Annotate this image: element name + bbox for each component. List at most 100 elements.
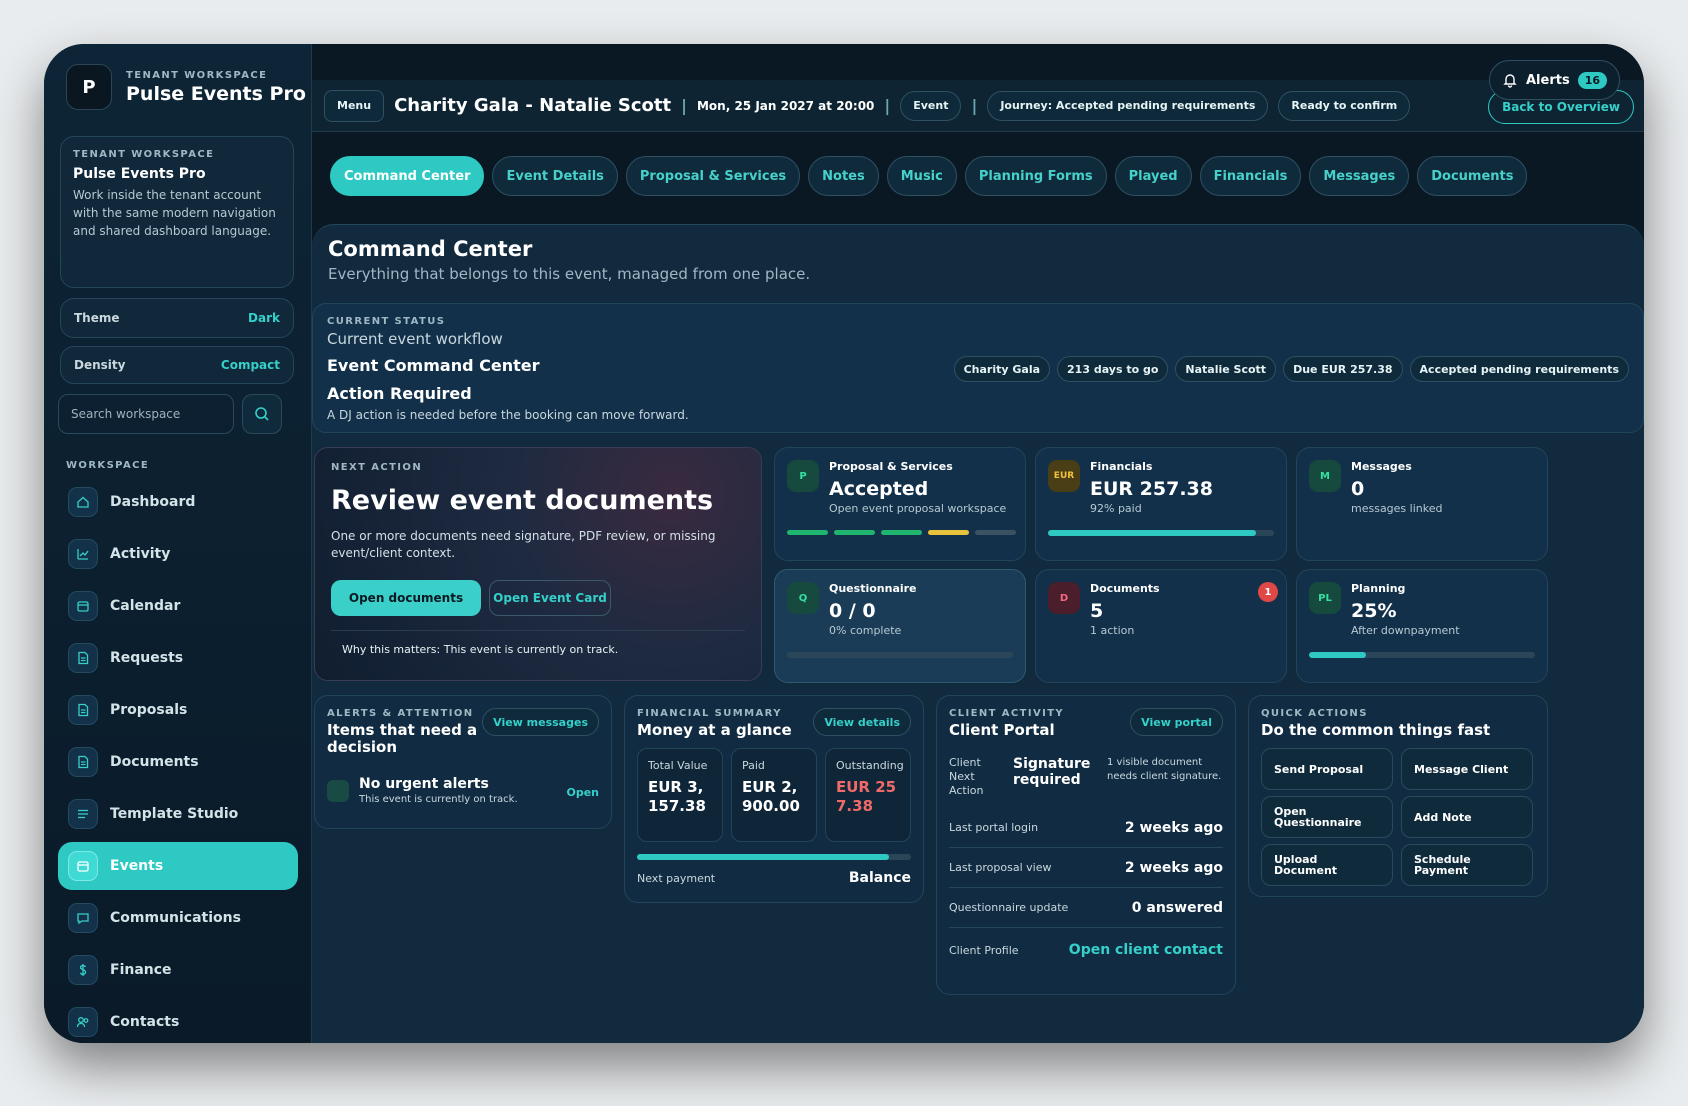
sidebar-item-label: Communications xyxy=(110,910,241,926)
page-title: Command Center xyxy=(328,237,533,261)
total-value-box: Total Value EUR 3,157.38 xyxy=(637,748,723,842)
status-tag: Natalie Scott xyxy=(1175,356,1277,382)
progress-segment xyxy=(834,530,875,535)
alert-open-link[interactable]: Open xyxy=(566,786,599,799)
client-activity-value: 2 weeks ago xyxy=(1124,819,1223,836)
quick-actions-eyebrow: QUICK ACTIONS xyxy=(1261,708,1368,719)
tab-documents[interactable]: Documents xyxy=(1417,156,1528,196)
open-questionnaire-button[interactable]: Open Questionnaire xyxy=(1261,796,1393,838)
client-activity-label: Last portal login xyxy=(949,821,1039,834)
tab-notes[interactable]: Notes xyxy=(808,156,879,196)
planning-avatar: PL xyxy=(1309,582,1341,614)
questionnaire-sub: 0% complete xyxy=(829,624,902,637)
document-icon xyxy=(68,747,98,777)
alerts-title: Items that need a decision xyxy=(327,721,478,756)
journey-chip: Journey: Accepted pending requirements xyxy=(987,90,1269,121)
users-icon xyxy=(68,1007,98,1037)
event-date: Mon, 25 Jan 2027 at 20:00 xyxy=(696,98,875,113)
sidebar-item-contacts[interactable]: Contacts xyxy=(58,998,298,1043)
search-icon xyxy=(255,407,269,421)
proposal-card[interactable]: P Proposal & Services Accepted Open even… xyxy=(774,447,1026,561)
sidebar-item-proposals[interactable]: Proposals xyxy=(58,686,298,734)
tab-played[interactable]: Played xyxy=(1114,156,1192,196)
open-client-contact-link[interactable]: Open client contact xyxy=(1069,942,1223,958)
questionnaire-card[interactable]: Q Questionnaire 0 / 0 0% complete xyxy=(774,569,1026,683)
client-eyebrow: CLIENT ACTIVITY xyxy=(949,708,1065,719)
sidebar-item-documents[interactable]: Documents xyxy=(58,738,298,786)
why-it-matters: Why this matters: This event is currentl… xyxy=(331,630,745,656)
workspace-card: TENANT WORKSPACE Pulse Events Pro Work i… xyxy=(60,136,294,288)
search-input[interactable]: Search workspace xyxy=(58,394,234,434)
status-eyebrow: CURRENT STATUS xyxy=(327,316,446,327)
outstanding-value: EUR 257.38 xyxy=(836,778,897,815)
sidebar-nav: Dashboard Activity Calendar Requests Proposa… xyxy=(58,478,298,1043)
status-desc: A DJ action is needed before the booking… xyxy=(327,408,689,422)
theme-toggle[interactable]: Theme Dark xyxy=(60,298,294,338)
sidebar-item-calendar[interactable]: Calendar xyxy=(58,582,298,630)
financial-eyebrow: FINANCIAL SUMMARY xyxy=(637,708,782,719)
open-documents-button[interactable]: Open documents xyxy=(331,580,481,616)
tab-proposal-services[interactable]: Proposal & Services xyxy=(625,156,801,196)
proposal-avatar: P xyxy=(787,460,819,492)
status-tag: 213 days to go xyxy=(1057,356,1169,382)
sidebar-item-label: Documents xyxy=(110,754,199,770)
message-client-button[interactable]: Message Client xyxy=(1401,748,1533,790)
progress-segment xyxy=(975,530,1016,535)
add-note-button[interactable]: Add Note xyxy=(1401,796,1533,838)
sidebar-item-dashboard[interactable]: Dashboard xyxy=(58,478,298,526)
documents-sub: 1 action xyxy=(1090,624,1135,637)
sidebar-item-template-studio[interactable]: Template Studio xyxy=(58,790,298,838)
progress-segment xyxy=(787,530,828,535)
calendar-icon xyxy=(68,591,98,621)
schedule-payment-button[interactable]: Schedule Payment xyxy=(1401,844,1533,886)
calendar-icon xyxy=(68,851,98,881)
search-button[interactable] xyxy=(242,394,282,434)
tab-music[interactable]: Music xyxy=(886,156,957,196)
total-value-label: Total Value xyxy=(648,759,708,772)
planning-progress xyxy=(1309,652,1535,658)
tab-command-center[interactable]: Command Center xyxy=(330,156,485,196)
tab-planning-forms[interactable]: Planning Forms xyxy=(964,156,1107,196)
alerts-button[interactable]: Alerts 16 xyxy=(1488,60,1620,100)
messages-card[interactable]: M Messages 0 messages linked xyxy=(1296,447,1548,561)
sidebar: P TENANT WORKSPACE Pulse Events Pro TENA… xyxy=(44,44,312,1043)
sidebar-item-events[interactable]: Events xyxy=(58,842,298,890)
sidebar-item-requests[interactable]: Requests xyxy=(58,634,298,682)
alerts-panel: ALERTS & ATTENTION Items that need a dec… xyxy=(314,695,612,829)
upload-document-button[interactable]: Upload Document xyxy=(1261,844,1393,886)
open-event-card-button[interactable]: Open Event Card xyxy=(489,580,611,616)
event-type-chip: Event xyxy=(900,90,962,121)
documents-card[interactable]: D Documents 5 1 action 1 xyxy=(1035,569,1287,683)
workspace-card-eyebrow: TENANT WORKSPACE xyxy=(73,149,215,160)
sidebar-item-communications[interactable]: Communications xyxy=(58,894,298,942)
view-portal-button[interactable]: View portal xyxy=(1130,708,1223,736)
documents-label: Documents xyxy=(1090,582,1160,595)
status-tags: Charity Gala 213 days to go Natalie Scott D… xyxy=(953,356,1629,382)
documents-badge: 1 xyxy=(1258,582,1278,602)
planning-card[interactable]: PL Planning 25% After downpayment xyxy=(1296,569,1548,683)
questionnaire-value: 0 / 0 xyxy=(829,600,876,622)
view-details-button[interactable]: View details xyxy=(813,708,911,736)
tab-financials[interactable]: Financials xyxy=(1199,156,1302,196)
density-toggle[interactable]: Density Compact xyxy=(60,346,294,384)
view-messages-button[interactable]: View messages xyxy=(482,708,599,736)
send-proposal-button[interactable]: Send Proposal xyxy=(1261,748,1393,790)
separator: | xyxy=(971,96,978,115)
status-tag: Charity Gala xyxy=(953,356,1051,382)
total-value: EUR 3,157.38 xyxy=(648,778,706,815)
app-window: P TENANT WORKSPACE Pulse Events Pro TENA… xyxy=(44,44,1644,1043)
sidebar-item-activity[interactable]: Activity xyxy=(58,530,298,578)
documents-avatar: D xyxy=(1048,582,1080,614)
financials-card[interactable]: EUR Financials EUR 257.38 92% paid xyxy=(1035,447,1287,561)
tab-event-details[interactable]: Event Details xyxy=(492,156,618,196)
separator: | xyxy=(681,96,687,115)
dollar-icon xyxy=(68,955,98,985)
sidebar-item-finance[interactable]: Finance xyxy=(58,946,298,994)
alert-status-icon xyxy=(327,780,349,802)
client-activity-label: Questionnaire update xyxy=(949,901,1069,914)
financials-sub: 92% paid xyxy=(1090,502,1142,515)
menu-button[interactable]: Menu xyxy=(324,89,385,122)
financials-avatar: EUR xyxy=(1048,460,1080,492)
tab-messages[interactable]: Messages xyxy=(1309,156,1410,196)
quick-actions-panel: QUICK ACTIONS Do the common things fast … xyxy=(1248,695,1548,897)
